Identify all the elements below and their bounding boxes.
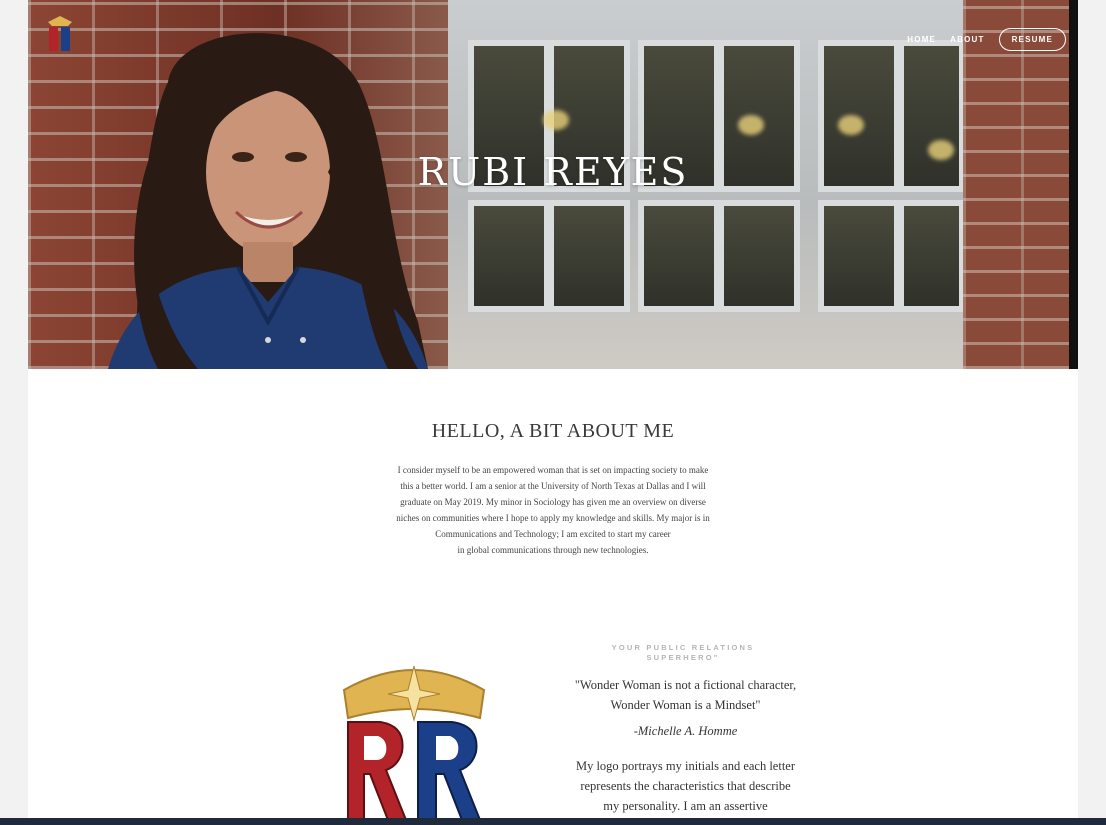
about-line: graduate on May 2019. My minor in Sociol… — [400, 497, 706, 507]
brand-kicker-line: SUPERHERO" — [646, 653, 720, 662]
about-line: niches on communities where I hope to ap… — [396, 513, 710, 523]
about-line: this a better world. I am a senior at th… — [400, 481, 706, 491]
about-paragraph: I consider myself to be an empowered wom… — [383, 462, 723, 558]
portrait-photo — [108, 33, 428, 369]
nav-home-link[interactable]: HOME — [907, 35, 936, 44]
rr-shield-logo-icon[interactable] — [46, 16, 74, 52]
about-line: in global communications through new tec… — [457, 545, 649, 555]
quote-author: -Michelle A. Homme — [633, 724, 738, 738]
page: HOME ABOUT RESUME RUBI REYES HELLO, A BI… — [28, 0, 1078, 825]
about-line: Communications and Technology; I am exci… — [435, 529, 671, 539]
logo-description: My logo portrays my initials and each le… — [575, 759, 796, 813]
about-line: I consider myself to be an empowered wom… — [397, 465, 709, 475]
about-heading: HELLO, A BIT ABOUT ME — [431, 420, 675, 442]
nav-about-link[interactable]: ABOUT — [950, 35, 984, 44]
rr-tiara-logo-icon — [342, 665, 486, 821]
hero-banner: HOME ABOUT RESUME RUBI REYES — [28, 0, 1078, 369]
brand-quote: "Wonder Woman is not a fictional charact… — [574, 678, 797, 712]
bottom-bar — [0, 818, 1106, 825]
hero-title: RUBI REYES — [417, 150, 689, 194]
brand-kicker-line: YOUR PUBLIC RELATIONS — [611, 643, 755, 652]
resume-button[interactable]: RESUME — [998, 28, 1066, 51]
main-nav: HOME ABOUT RESUME — [907, 28, 1066, 51]
brand-kicker: YOUR PUBLIC RELATIONS SUPERHERO" — [593, 643, 773, 663]
